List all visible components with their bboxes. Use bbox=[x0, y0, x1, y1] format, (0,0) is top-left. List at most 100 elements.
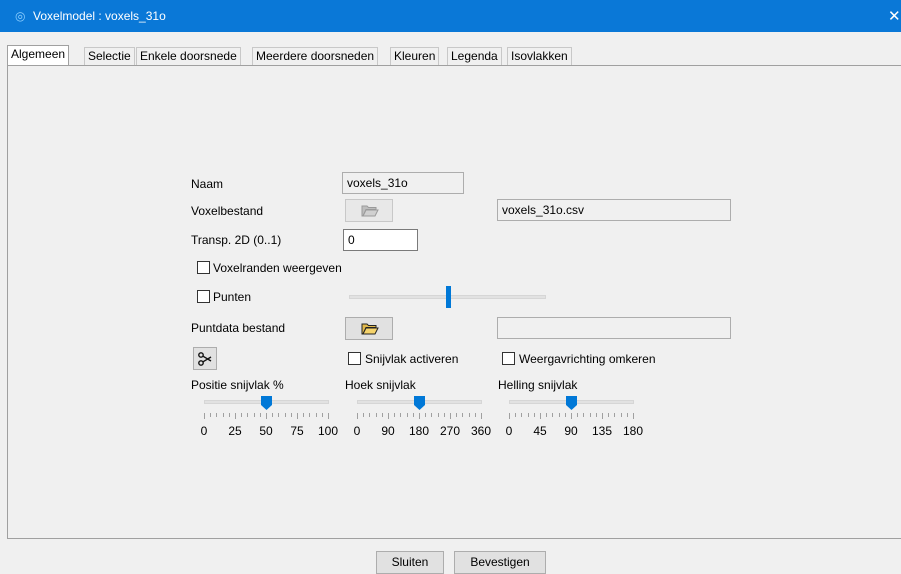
hoek-tick-label: 90 bbox=[381, 424, 395, 438]
tab-algemeen[interactable]: Algemeen bbox=[7, 45, 70, 66]
helling-tick-label: 90 bbox=[564, 424, 578, 438]
positie-tick-mark bbox=[223, 413, 224, 417]
hoek-tick-mark bbox=[425, 413, 426, 417]
helling-tick-mark bbox=[608, 413, 609, 417]
tab-legenda[interactable]: Legenda bbox=[447, 47, 502, 65]
positie-tick-mark bbox=[247, 413, 248, 417]
transp-label: Transp. 2D (0..1) bbox=[191, 233, 282, 247]
hoek-tick-mark bbox=[438, 413, 439, 417]
helling-tick-mark bbox=[627, 413, 628, 417]
title-bar: ◎ Voxelmodel : voxels_31o ✕ bbox=[0, 0, 901, 32]
positie-tick-mark bbox=[241, 413, 242, 417]
close-button[interactable]: Sluiten bbox=[376, 551, 444, 574]
positie-tick-label: 25 bbox=[228, 424, 242, 438]
tab-selectie[interactable]: Selectie bbox=[84, 47, 135, 65]
hoek-slider-thumb[interactable] bbox=[414, 396, 425, 410]
helling-tick-mark bbox=[540, 413, 541, 419]
helling-tick-mark bbox=[590, 413, 591, 417]
helling-slider-label: Helling snijvlak bbox=[498, 378, 578, 392]
hoek-tick-label: 0 bbox=[353, 424, 361, 438]
hoek-slider-ticks bbox=[357, 413, 482, 419]
hoek-tick-label: 360 bbox=[470, 424, 492, 438]
positie-tick-mark bbox=[260, 413, 261, 417]
tab-panel-algemeen bbox=[7, 65, 901, 539]
naam-label: Naam bbox=[191, 177, 224, 191]
hoek-tick-mark bbox=[357, 413, 358, 419]
naam-field[interactable]: voxels_31o bbox=[342, 172, 464, 194]
positie-tick-mark bbox=[278, 413, 279, 417]
scissors-icon bbox=[197, 351, 213, 370]
helling-tick-mark bbox=[602, 413, 603, 419]
helling-tick-mark bbox=[614, 413, 615, 417]
positie-tick-mark bbox=[210, 413, 211, 417]
helling-slider-thumb[interactable] bbox=[566, 396, 577, 410]
hoek-tick-mark bbox=[413, 413, 414, 417]
hoek-tick-mark bbox=[481, 413, 482, 419]
tab-meerdere-doorsneden[interactable]: Meerdere doorsneden bbox=[252, 47, 379, 65]
helling-tick-label: 180 bbox=[622, 424, 644, 438]
puntdata-browse-button[interactable] bbox=[345, 317, 393, 340]
eye-icon: ◎ bbox=[15, 9, 26, 23]
positie-tick-label: 0 bbox=[200, 424, 208, 438]
hoek-tick-mark bbox=[407, 413, 408, 417]
positie-tick-label: 75 bbox=[290, 424, 304, 438]
puntdata-path-field[interactable] bbox=[497, 317, 731, 339]
helling-tick-mark bbox=[521, 413, 522, 417]
punten-label: Punten bbox=[213, 290, 252, 304]
weergave-label: Weergavrichting omkeren bbox=[519, 352, 656, 366]
tab-isovlakken[interactable]: Isovlakken bbox=[507, 47, 572, 65]
helling-tick-mark bbox=[583, 413, 584, 417]
helling-tick-mark bbox=[509, 413, 510, 419]
snijvlak-tool-button[interactable] bbox=[193, 347, 217, 370]
helling-tick-mark bbox=[633, 413, 634, 419]
transp-input[interactable]: 0 bbox=[343, 229, 418, 251]
confirm-button[interactable]: Bevestigen bbox=[454, 551, 546, 574]
positie-tick-mark bbox=[272, 413, 273, 417]
window-title: Voxelmodel : voxels_31o bbox=[33, 9, 166, 23]
helling-tick-mark bbox=[546, 413, 547, 417]
positie-tick-mark bbox=[216, 413, 217, 417]
folder-open-icon bbox=[361, 321, 379, 339]
positie-tick-mark bbox=[254, 413, 255, 417]
snijvlak-label: Snijvlak activeren bbox=[365, 352, 459, 366]
hoek-tick-mark bbox=[462, 413, 463, 417]
weergave-checkbox[interactable] bbox=[502, 352, 515, 365]
helling-tick-mark bbox=[565, 413, 566, 417]
voxelbestand-label: Voxelbestand bbox=[191, 204, 264, 218]
punten-checkbox[interactable] bbox=[197, 290, 210, 303]
positie-tick-label: 50 bbox=[259, 424, 273, 438]
helling-tick-mark bbox=[552, 413, 553, 417]
positie-tick-mark bbox=[291, 413, 292, 417]
helling-tick-mark bbox=[621, 413, 622, 417]
positie-slider-thumb[interactable] bbox=[261, 396, 272, 410]
voxelbestand-path-field[interactable]: voxels_31o.csv bbox=[497, 199, 731, 221]
positie-tick-mark bbox=[204, 413, 205, 419]
snijvlak-checkbox[interactable] bbox=[348, 352, 361, 365]
helling-tick-mark bbox=[559, 413, 560, 417]
hoek-tick-mark bbox=[431, 413, 432, 417]
voxelranden-checkbox[interactable] bbox=[197, 261, 210, 274]
close-icon[interactable]: ✕ bbox=[888, 7, 901, 25]
hoek-tick-mark bbox=[475, 413, 476, 417]
hoek-tick-mark bbox=[456, 413, 457, 417]
hoek-tick-mark bbox=[469, 413, 470, 417]
tab-kleuren[interactable]: Kleuren bbox=[390, 47, 440, 65]
voxelranden-label: Voxelranden weergeven bbox=[213, 261, 342, 275]
hoek-tick-mark bbox=[388, 413, 389, 419]
hoek-tick-mark bbox=[382, 413, 383, 417]
punten-slider-thumb[interactable] bbox=[445, 286, 451, 308]
hoek-tick-label: 270 bbox=[439, 424, 461, 438]
positie-slider-ticks bbox=[204, 413, 329, 419]
folder-open-icon bbox=[361, 203, 379, 221]
tab-enkele-doorsnede[interactable]: Enkele doorsnede bbox=[136, 47, 241, 65]
positie-tick-mark bbox=[285, 413, 286, 417]
positie-tick-label: 100 bbox=[317, 424, 339, 438]
positie-tick-mark bbox=[316, 413, 317, 417]
hoek-tick-mark bbox=[394, 413, 395, 417]
hoek-tick-mark bbox=[376, 413, 377, 417]
positie-tick-mark bbox=[235, 413, 236, 419]
helling-tick-mark bbox=[534, 413, 535, 417]
voxelbestand-browse-button[interactable] bbox=[345, 199, 393, 222]
hoek-tick-mark bbox=[369, 413, 370, 417]
hoek-tick-mark bbox=[444, 413, 445, 417]
